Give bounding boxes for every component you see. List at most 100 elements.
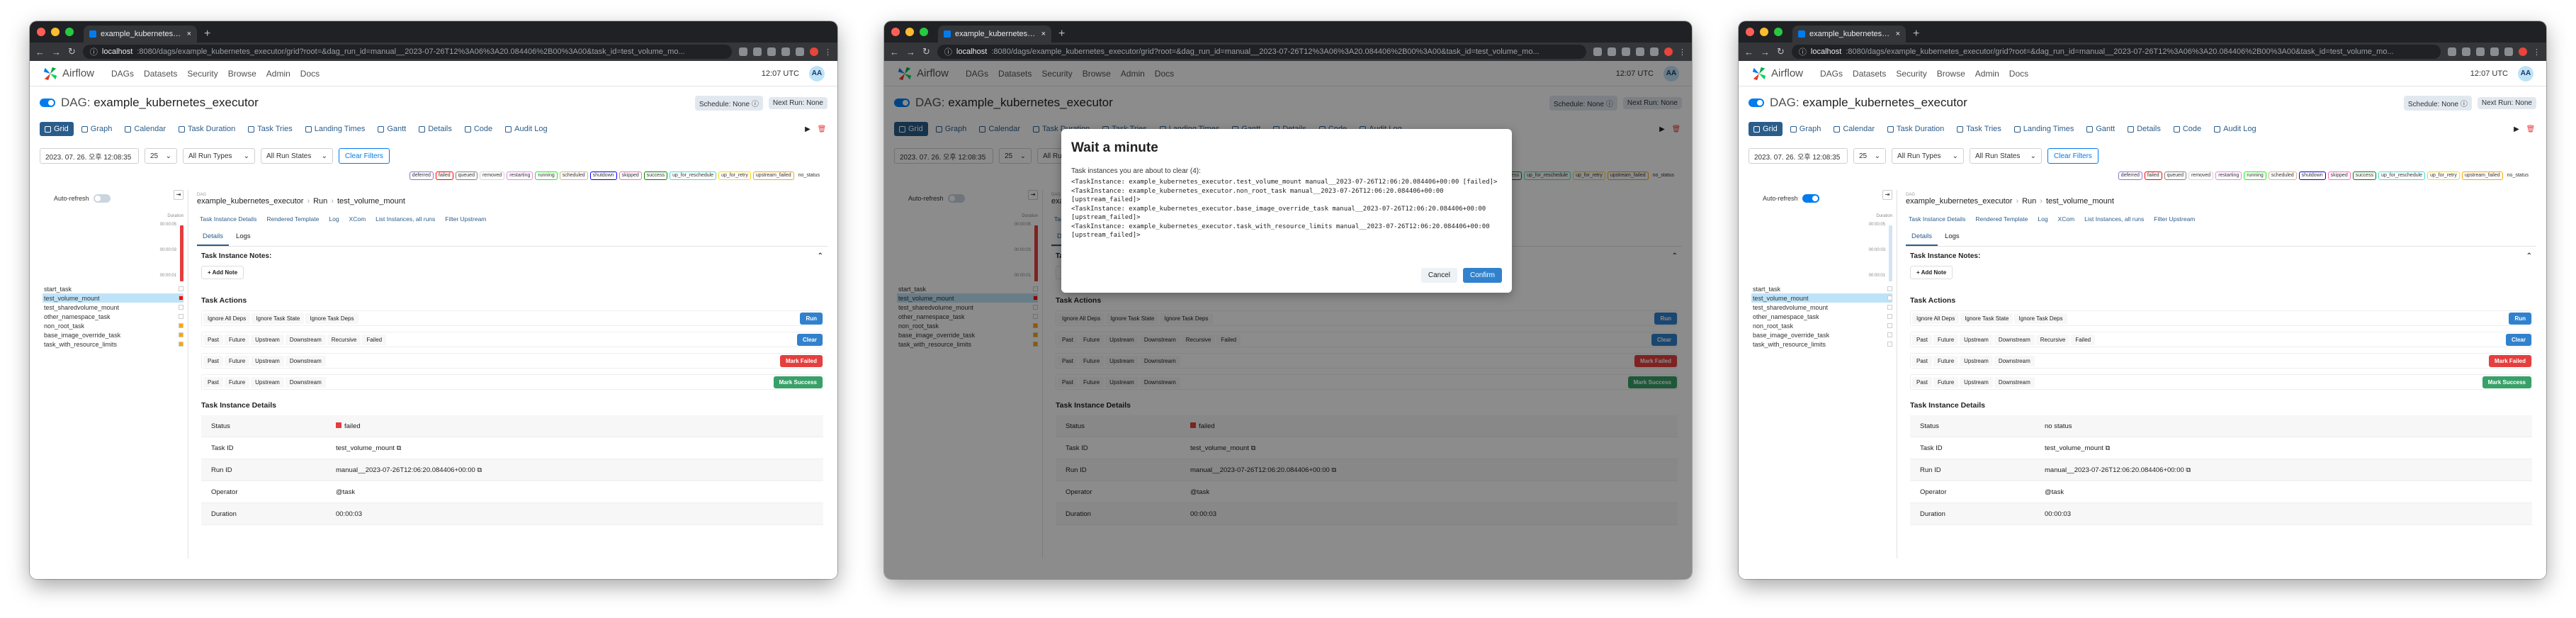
minimize-window-icon[interactable] <box>905 28 914 36</box>
legend-running[interactable]: running <box>535 172 558 180</box>
reload-icon[interactable]: ↻ <box>922 46 930 57</box>
clear-button[interactable]: Clear <box>796 333 823 346</box>
task-row[interactable]: test_volume_mount <box>43 293 183 303</box>
dag-pause-toggle[interactable] <box>40 99 55 107</box>
task-link[interactable]: Filter Upstream <box>2154 215 2195 223</box>
nav-item-security[interactable]: Security <box>1896 69 1926 79</box>
close-tab-icon[interactable]: × <box>1041 30 1046 38</box>
copy-icon[interactable]: ⧉ <box>397 444 402 452</box>
action-option[interactable]: Downstream <box>285 355 326 366</box>
task-instance-cell[interactable] <box>179 342 183 347</box>
view-calendar[interactable]: Calendar <box>1829 122 1880 136</box>
task-row[interactable]: base_image_override_task <box>43 330 183 339</box>
confirm-button[interactable]: Confirm <box>1462 268 1502 283</box>
info-icon[interactable]: ⓘ <box>2461 101 2468 108</box>
task-instance-cell[interactable] <box>179 286 183 291</box>
view-details[interactable]: Details <box>2123 122 2166 136</box>
action-option[interactable]: Recursive <box>327 334 361 345</box>
view-graph[interactable]: Graph <box>77 122 118 136</box>
legend-up_for_retry[interactable]: up_for_retry <box>718 172 751 180</box>
extension-icon[interactable] <box>1593 47 1602 56</box>
close-window-icon[interactable] <box>37 28 45 36</box>
info-icon[interactable]: ⓘ <box>90 46 98 57</box>
menu-icon[interactable]: ⋮ <box>1678 47 1686 57</box>
info-icon[interactable]: ⓘ <box>752 101 759 108</box>
legend-removed[interactable]: removed <box>479 172 505 180</box>
legend-failed[interactable]: failed <box>2144 172 2162 180</box>
copy-icon[interactable]: ⧉ <box>2186 466 2191 474</box>
profile-avatar[interactable] <box>2519 47 2527 56</box>
task-row[interactable]: start_task <box>1751 284 1892 293</box>
extension-icon[interactable] <box>2462 47 2470 56</box>
legend-failed[interactable]: failed <box>435 172 453 180</box>
legend-upstream_failed[interactable]: upstream_failed <box>752 172 794 180</box>
num-runs-select[interactable]: 25 ⌄ <box>145 148 177 164</box>
dag-pause-toggle[interactable] <box>1749 99 1764 107</box>
view-grid[interactable]: Grid <box>40 122 74 136</box>
browser-tab[interactable]: example_kubernetes_execut × <box>938 26 1051 43</box>
legend-shutdown[interactable]: shutdown <box>589 172 617 180</box>
extension-icon[interactable] <box>2476 47 2485 56</box>
task-link[interactable]: Filter Upstream <box>445 215 486 223</box>
legend-deferred[interactable]: deferred <box>2118 172 2142 180</box>
task-row[interactable]: base_image_override_task <box>1751 330 1892 339</box>
task-link[interactable]: Rendered Template <box>266 215 319 223</box>
add-note-button[interactable]: + Add Note <box>201 266 244 279</box>
view-audit-log[interactable]: Audit Log <box>2209 122 2261 136</box>
view-landing-times[interactable]: Landing Times <box>2009 122 2079 136</box>
chevron-up-icon[interactable]: ⌃ <box>818 252 823 260</box>
chevron-up-icon[interactable]: ⌃ <box>2526 252 2532 260</box>
action-option[interactable]: Upstream <box>251 334 284 345</box>
action-option[interactable]: Future <box>225 355 250 366</box>
extension-icon[interactable] <box>2448 47 2456 56</box>
tab-logs[interactable]: Logs <box>230 228 256 246</box>
task-link[interactable]: Log <box>329 215 339 223</box>
crumb-run[interactable]: Run <box>313 197 327 206</box>
view-code[interactable]: Code <box>460 122 497 136</box>
legend-scheduled[interactable]: scheduled <box>2268 172 2297 180</box>
info-icon[interactable]: ⓘ <box>1799 46 1807 57</box>
action-option[interactable]: Ignore Task State <box>1960 313 2013 324</box>
task-instance-cell[interactable] <box>1887 305 1892 310</box>
view-gantt[interactable]: Gantt <box>373 122 411 136</box>
task-link[interactable]: Log <box>2038 215 2047 223</box>
forward-icon[interactable]: → <box>52 47 61 57</box>
browser-tab[interactable]: example_kubernetes_execut × <box>1792 26 1906 43</box>
task-instance-cell[interactable] <box>1887 314 1892 319</box>
extension-icon[interactable] <box>781 47 790 56</box>
action-option[interactable]: Upstream <box>1960 334 1993 345</box>
legend-queued[interactable]: queued <box>455 172 478 180</box>
task-instance-cell[interactable] <box>179 296 183 300</box>
action-option[interactable]: Downstream <box>1994 334 2035 345</box>
cancel-button[interactable]: Cancel <box>1420 268 1457 283</box>
base-date-input[interactable]: 2023. 07. 26. 오후 12:08:35 <box>1749 148 1848 164</box>
view-grid[interactable]: Grid <box>1749 122 1783 136</box>
tab-details[interactable]: Details <box>197 228 230 246</box>
extension-icon[interactable] <box>1650 47 1659 56</box>
copy-icon[interactable]: ⧉ <box>477 466 482 474</box>
num-runs-select[interactable]: 25 ⌄ <box>1853 148 1886 164</box>
trigger-dag-icon[interactable]: ▶ <box>802 123 813 135</box>
nav-item-datasets[interactable]: Datasets <box>1853 69 1886 79</box>
task-row[interactable]: start_task <box>43 284 183 293</box>
legend-scheduled[interactable]: scheduled <box>559 172 588 180</box>
view-gantt[interactable]: Gantt <box>2081 122 2120 136</box>
action-option[interactable]: Failed <box>2071 334 2096 345</box>
extension-icon[interactable] <box>1636 47 1644 56</box>
extension-icon[interactable] <box>1608 47 1616 56</box>
forward-icon[interactable]: → <box>1761 47 1770 57</box>
copy-icon[interactable]: ⧉ <box>2106 444 2111 452</box>
dag-run-bar[interactable] <box>1889 225 1892 281</box>
notes-header[interactable]: Task Instance Notes: ⌃ <box>1906 252 2536 260</box>
dag-name[interactable]: example_kubernetes_executor <box>1802 96 1967 109</box>
profile-avatar[interactable] <box>810 47 818 56</box>
action-option[interactable]: Downstream <box>285 334 326 345</box>
extension-icon[interactable] <box>767 47 776 56</box>
view-details[interactable]: Details <box>414 122 457 136</box>
close-tab-icon[interactable]: × <box>1896 30 1900 38</box>
action-option[interactable]: Ignore All Deps <box>1912 313 1960 324</box>
task-row[interactable]: test_sharedvolume_mount <box>43 303 183 312</box>
crumb-dag[interactable]: example_kubernetes_executor <box>197 197 303 206</box>
reload-icon[interactable]: ↻ <box>68 46 76 57</box>
dag-run-bar[interactable] <box>180 225 183 281</box>
